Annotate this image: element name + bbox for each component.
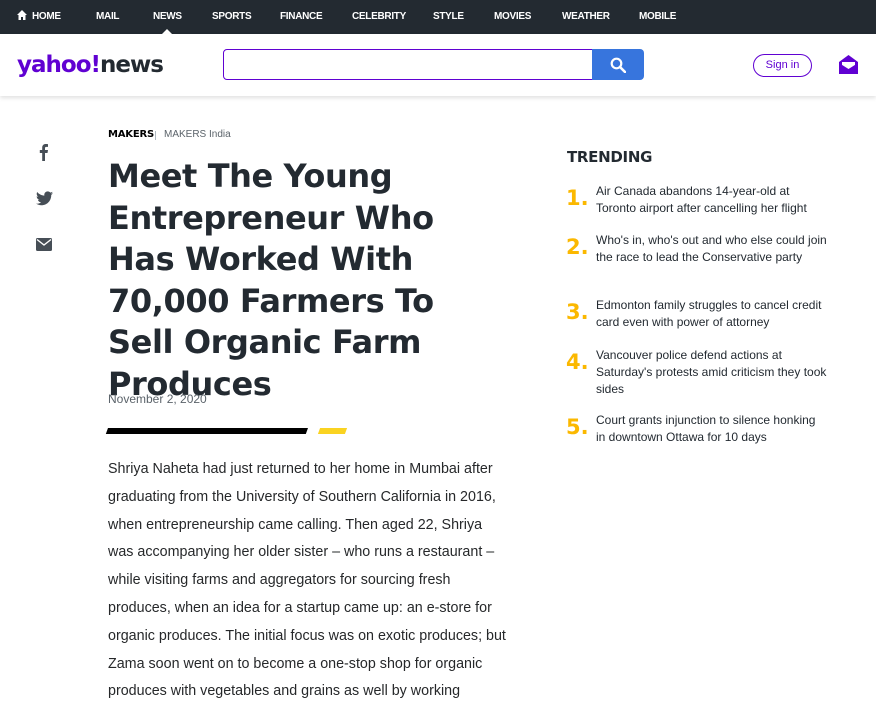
headline-rule-accent	[317, 428, 348, 434]
nav-item-celebrity[interactable]: CELEBRITY	[352, 0, 406, 34]
nav-item-mail[interactable]: MAIL	[96, 0, 120, 34]
article-date: November 2, 2020	[108, 392, 207, 406]
trending-title: TRENDING	[567, 148, 653, 166]
twitter-icon[interactable]	[36, 191, 53, 206]
nav-item-home[interactable]: HOME	[17, 0, 61, 34]
nav-item-home-label: HOME	[32, 11, 61, 22]
trending-link[interactable]: Who's in, who's out and who else could j…	[596, 232, 828, 266]
trending-number: 3.	[566, 300, 589, 324]
mail-icon[interactable]	[838, 54, 859, 75]
search-icon	[610, 57, 626, 73]
search-input[interactable]	[223, 49, 593, 80]
logo-brand: yahoo!	[17, 52, 101, 78]
nav-item-mobile[interactable]: MOBILE	[639, 0, 676, 34]
headline-rule	[105, 428, 308, 434]
trending-link[interactable]: Vancouver police defend actions at Satur…	[596, 347, 828, 398]
trending-number: 4.	[566, 350, 589, 374]
logo-section: news	[99, 52, 164, 78]
author-name[interactable]: MAKERS India	[164, 129, 231, 140]
byline-divider	[155, 131, 156, 140]
home-icon	[17, 10, 27, 20]
search-button[interactable]	[592, 49, 644, 80]
email-icon[interactable]	[36, 238, 52, 251]
sign-in-button[interactable]: Sign in	[753, 54, 812, 77]
makers-logo[interactable]: MAKERS	[108, 129, 154, 140]
trending-number: 2.	[566, 235, 589, 259]
nav-item-weather[interactable]: WEATHER	[562, 0, 610, 34]
nav-item-finance[interactable]: FINANCE	[280, 0, 323, 34]
trending-number: 1.	[566, 186, 589, 210]
trending-link[interactable]: Court grants injunction to silence honki…	[596, 412, 828, 446]
top-navigation-bar: HOME MAIL NEWS SPORTS FINANCE CELEBRITY …	[0, 0, 876, 34]
trending-link[interactable]: Air Canada abandons 14-year-old at Toron…	[596, 183, 828, 217]
nav-item-style[interactable]: STYLE	[433, 0, 464, 34]
nav-item-movies[interactable]: MOVIES	[494, 0, 531, 34]
facebook-icon[interactable]	[36, 143, 52, 161]
article-headline: Meet The Young Entrepreneur Who Has Work…	[108, 157, 434, 403]
yahoo-news-logo[interactable]: yahoo!news	[17, 50, 164, 80]
trending-number: 5.	[566, 415, 589, 439]
site-header: yahoo!news Sign in	[0, 34, 876, 96]
nav-item-sports[interactable]: SPORTS	[212, 0, 252, 34]
article-body: Shriya Naheta had just returned to her h…	[108, 461, 506, 700]
nav-item-news[interactable]: NEWS	[153, 0, 182, 34]
trending-link[interactable]: Edmonton family struggles to cancel cred…	[596, 297, 828, 331]
